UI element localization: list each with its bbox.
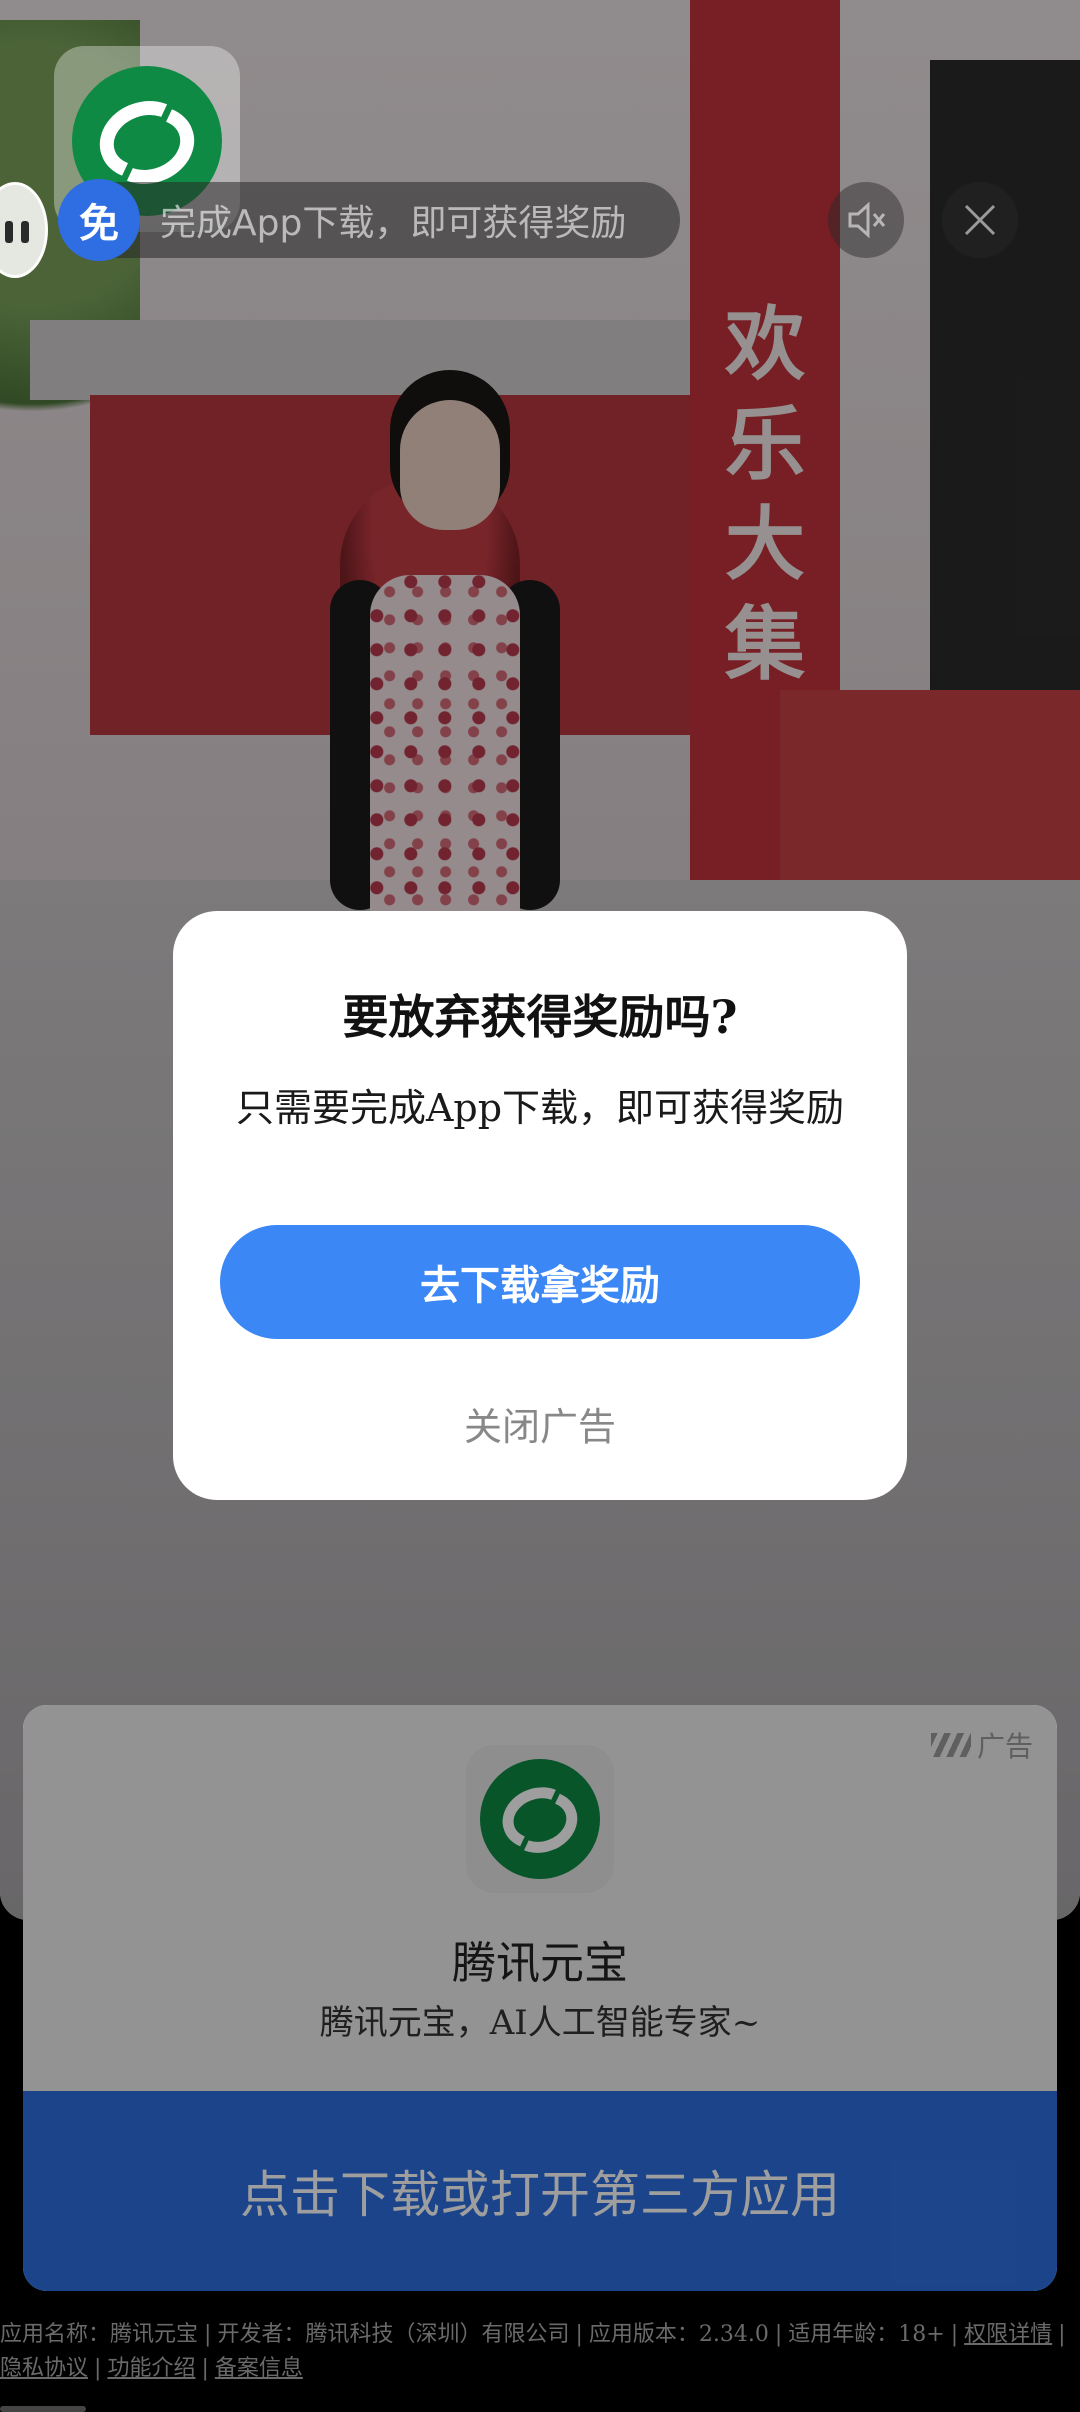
features-link[interactable]: 功能介绍 — [107, 2356, 195, 2381]
footer-separator: | — [94, 2356, 102, 2381]
ad-label-text: 广告 — [976, 1730, 1033, 1763]
reward-hint-text: 完成App下载，即可获得奖励 — [160, 203, 627, 244]
home-indicator — [0, 2406, 86, 2412]
yuanbao-logo-icon — [480, 1759, 600, 1879]
ad-app-name: 腾讯元宝 — [452, 1938, 628, 1989]
ad-mark-icon — [930, 1733, 971, 1757]
reward-hint-pill: 免 完成App下载，即可获得奖励 — [58, 179, 680, 261]
pause-icon — [21, 221, 29, 243]
abandon-reward-dialog: 要放弃获得奖励吗? 只需要完成App下载，即可获得奖励 去下载拿奖励 关闭广告 — [173, 911, 907, 1500]
filing-link[interactable]: 备案信息 — [215, 2356, 303, 2381]
close-ad-link[interactable]: 关闭广告 — [173, 1396, 907, 1451]
pause-icon — [5, 221, 13, 243]
permissions-link[interactable]: 权限详情 — [964, 2322, 1052, 2347]
download-or-open-button[interactable]: 点击下载或打开第三方应用 — [23, 2091, 1057, 2291]
dialog-message: 只需要完成App下载，即可获得奖励 — [235, 1086, 845, 1130]
footer-separator: | — [774, 2322, 783, 2347]
footer-age: 适用年龄：18+ — [788, 2322, 945, 2347]
close-icon — [964, 204, 996, 236]
footer-separator: | — [201, 2356, 209, 2381]
ad-app-icon[interactable] — [466, 1745, 614, 1893]
footer-separator: | — [1058, 2322, 1066, 2347]
footer-separator: | — [575, 2322, 583, 2347]
privacy-link[interactable]: 隐私协议 — [0, 2356, 88, 2381]
close-ad-button[interactable] — [942, 182, 1018, 258]
app-info-footer: 应用名称：腾讯元宝 | 开发者：腾讯科技（深圳）有限公司 | 应用版本：2.34.0 | 适… — [0, 2318, 1080, 2386]
free-badge: 免 — [58, 179, 140, 261]
dialog-title: 要放弃获得奖励吗? — [342, 990, 738, 1044]
footer-version: 应用版本：2.34.0 — [588, 2322, 769, 2347]
ad-card-info: 广告 腾讯元宝 腾讯元宝，AI人工智能专家~ — [23, 1705, 1057, 2091]
go-download-button[interactable]: 去下载拿奖励 — [220, 1225, 860, 1339]
footer-developer: 开发者：腾讯科技（深圳）有限公司 — [217, 2322, 570, 2347]
ad-label: 广告 — [930, 1725, 1033, 1765]
footer-separator: | — [950, 2322, 959, 2347]
ad-app-description: 腾讯元宝，AI人工智能专家~ — [319, 2003, 761, 2043]
footer-app-name: 应用名称：腾讯元宝 — [0, 2322, 199, 2347]
footer-separator: | — [204, 2322, 212, 2347]
mute-button[interactable] — [828, 182, 904, 258]
speaker-muted-icon — [848, 201, 886, 239]
ad-card[interactable]: 广告 腾讯元宝 腾讯元宝，AI人工智能专家~ 点击下载或打开第三方应用 — [23, 1705, 1057, 2291]
